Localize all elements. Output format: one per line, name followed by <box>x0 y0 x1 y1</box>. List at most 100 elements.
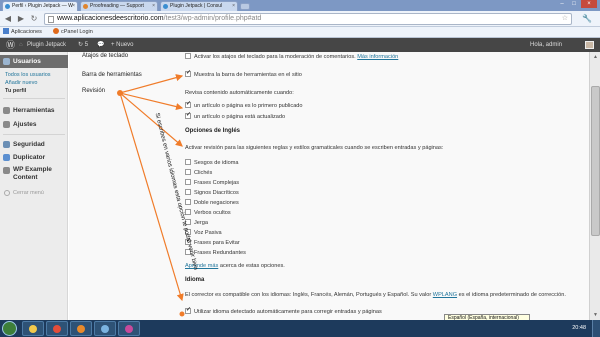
sidebar-subitem-all-users[interactable]: Todos los usuarios <box>0 71 68 79</box>
user-greeting[interactable]: Hola, admin <box>530 38 562 52</box>
language-desc-part: es el idioma predeterminado de correcció… <box>457 292 566 298</box>
revision-option-publish: un artículo o página es lo primero publi… <box>185 101 303 110</box>
option-label: Utilizar idioma detectado automáticament… <box>194 309 382 315</box>
new-tab-button[interactable] <box>240 3 250 10</box>
learn-more-rest: acerca de estas opciones. <box>218 263 285 269</box>
new-content-button[interactable]: + Nuevo <box>111 38 134 52</box>
sidebar-item-ajustes[interactable]: Ajustes <box>0 118 68 131</box>
scroll-up-icon[interactable]: ▲ <box>591 53 600 61</box>
bookmark-label: cPanel Login <box>61 29 93 35</box>
publish-checkbox[interactable] <box>185 101 191 108</box>
settings-icon <box>3 121 10 128</box>
forward-icon[interactable]: ▶ <box>16 14 26 24</box>
sidebar-item-label: Duplicator <box>13 154 46 161</box>
checkbox[interactable] <box>185 209 191 215</box>
taskbar-chrome[interactable] <box>46 321 68 336</box>
close-tab-icon[interactable]: × <box>72 2 75 10</box>
collapse-menu-button[interactable]: Cerrar menú <box>0 188 68 198</box>
toolbar-checkbox[interactable] <box>185 70 191 77</box>
app-icon <box>125 325 133 333</box>
updates-link[interactable]: ↻ 5 <box>78 38 88 52</box>
close-tab-icon[interactable]: × <box>152 2 155 10</box>
comments-icon[interactable]: 💬 <box>97 38 104 52</box>
sidebar-item-label: Usuarios <box>13 58 41 65</box>
bookmark-cpanel[interactable]: cPanel Login <box>53 27 93 37</box>
show-desktop-button[interactable] <box>592 320 600 337</box>
avatar[interactable] <box>585 41 594 49</box>
bookmark-aplicaciones[interactable]: Aplicaciones <box>3 27 42 37</box>
sidebar-item-label: Content <box>13 174 38 181</box>
update-checkbox[interactable] <box>185 112 191 119</box>
tab-proofreading[interactable]: Proofreading — Support × <box>80 1 158 11</box>
wordpress-logo-icon[interactable]: Ⓦ <box>6 38 15 52</box>
window-close-button[interactable]: × <box>581 0 597 8</box>
checkbox[interactable] <box>185 159 191 165</box>
keyboard-shortcuts-label: Atajos de teclado <box>82 53 129 59</box>
tab-strip: Perfil ‹ Plugin Jetpack — W × Proofreadi… <box>0 0 600 11</box>
tab-perfil[interactable]: Perfil ‹ Plugin Jetpack — W × <box>2 1 78 11</box>
sidebar-item-duplicator[interactable]: Duplicator <box>0 151 68 164</box>
page-icon <box>48 16 54 23</box>
sidebar-item-wp-example-content[interactable]: WP Example Content <box>0 164 68 184</box>
taskbar-firefox[interactable] <box>70 321 92 336</box>
sidebar-subitem-your-profile[interactable]: Tu perfil <box>0 87 68 95</box>
minimize-button[interactable]: – <box>556 0 568 8</box>
list-item: Frases para Evitar <box>185 238 240 247</box>
option-label: Clichés <box>194 170 213 176</box>
language-desc-part: El corrector es compatible con los idiom… <box>185 292 433 298</box>
tab-consulta[interactable]: Plugin Jetpack | Consul × <box>160 1 238 11</box>
list-item: Signos Diacríticos <box>185 189 239 197</box>
list-item: Voz Pasiva <box>185 229 222 237</box>
option-label: un artículo o página está actualizado <box>194 114 286 120</box>
sidebar-item-usuarios[interactable]: Usuarios <box>0 55 68 68</box>
url-input[interactable]: www.aplicacionesdeescritorio.com/test3/w… <box>44 13 572 25</box>
toolbar-label: Barra de herramientas <box>82 72 142 78</box>
checkbox[interactable] <box>185 169 191 175</box>
page-scrollbar[interactable]: ▲ ▼ <box>589 52 600 320</box>
scroll-thumb[interactable] <box>591 86 600 236</box>
admin-sidebar: Usuarios Todos los usuarios Añadir nuevo… <box>0 52 68 320</box>
scroll-down-icon[interactable]: ▼ <box>591 311 600 319</box>
revision-option-update: un artículo o página está actualizado <box>185 112 286 121</box>
language-description: El corrector es compatible con los idiom… <box>185 292 566 298</box>
maximize-button[interactable]: □ <box>568 0 580 8</box>
clock[interactable]: 20:48 <box>572 325 586 331</box>
close-tab-icon[interactable]: × <box>232 2 235 10</box>
sidebar-item-herramientas[interactable]: Herramientas <box>0 104 68 117</box>
sidebar-subitem-add-new[interactable]: Añadir nuevo <box>0 79 68 87</box>
option-label: Verbos ocultos <box>194 210 231 216</box>
taskbar-explorer[interactable] <box>22 321 44 336</box>
option-label: Frases Complejas <box>194 180 240 186</box>
favicon-icon <box>83 4 88 9</box>
more-info-link[interactable]: Más información <box>357 54 398 60</box>
start-button[interactable] <box>2 321 17 336</box>
keyboard-shortcuts-checkbox[interactable] <box>185 53 191 59</box>
home-icon: ⌂ <box>19 42 23 48</box>
list-item: Doble negaciones <box>185 199 239 207</box>
sidebar-item-seguridad[interactable]: Seguridad <box>0 138 68 151</box>
collapse-label: Cerrar menú <box>13 190 44 196</box>
url-host: www.aplicacionesdeescritorio.com <box>57 15 164 22</box>
chrome-icon <box>53 325 61 333</box>
learn-more-text: Aprende más acerca de estas opciones. <box>185 263 285 269</box>
bookmark-star-icon[interactable]: ☆ <box>562 14 568 24</box>
reload-icon[interactable]: ↻ <box>29 14 39 24</box>
updates-icon: ↻ <box>78 42 85 48</box>
taskbar-app[interactable] <box>118 321 140 336</box>
site-name-link[interactable]: Plugin Jetpack <box>27 38 66 52</box>
users-icon <box>3 58 10 65</box>
back-icon[interactable]: ◀ <box>3 14 13 24</box>
checkbox[interactable] <box>185 199 191 205</box>
option-label: Signos Diacríticos <box>194 190 239 196</box>
taskbar-app[interactable] <box>94 321 116 336</box>
language-title: Idioma <box>185 277 205 283</box>
list-item: Clichés <box>185 169 212 177</box>
language-option: Utilizar idioma detectado automáticament… <box>185 307 382 316</box>
sidebar-item-label: Ajustes <box>13 121 37 128</box>
wplang-link[interactable]: WPLANG <box>433 292 457 298</box>
wrench-icon[interactable]: 🔧 <box>582 14 592 23</box>
checkbox[interactable] <box>185 179 191 185</box>
favicon-icon <box>163 4 168 9</box>
auto-language-checkbox[interactable] <box>185 307 191 314</box>
checkbox[interactable] <box>185 189 191 195</box>
